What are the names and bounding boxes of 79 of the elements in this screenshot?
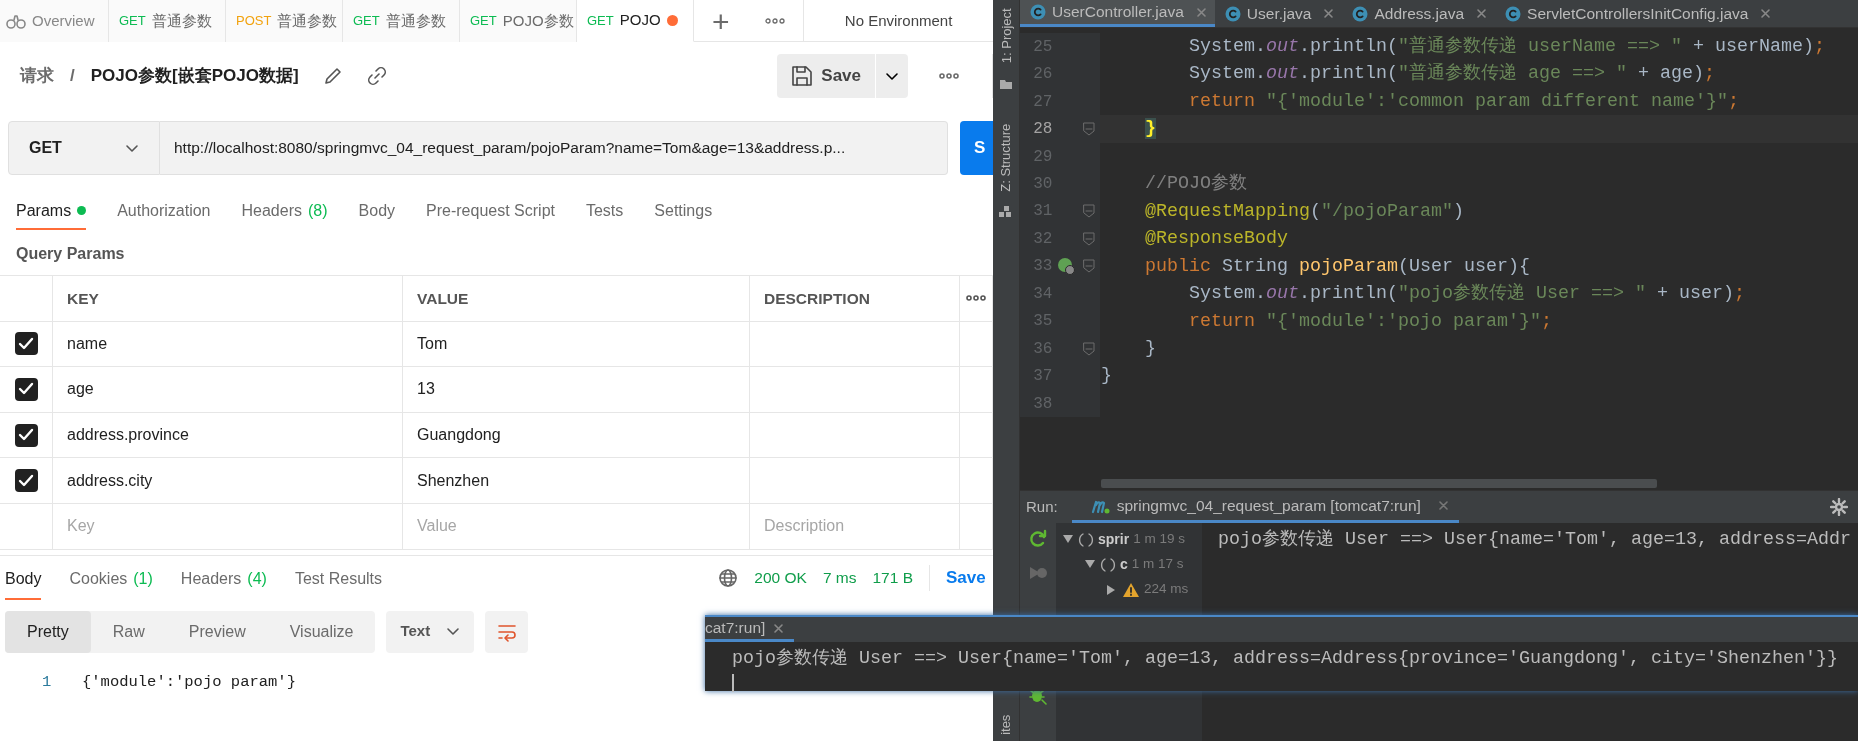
request-section-tab[interactable]: Params <box>16 185 87 230</box>
table-cell: age <box>53 367 403 413</box>
code-line: System.out.println("普通参数传递 userName ==> " + userName); <box>1188 34 1825 59</box>
table-cell: Shenzhen <box>403 458 750 504</box>
column-header: DESCRIPTION <box>750 276 960 322</box>
console-output: pojo参数传递 User ==> User{name='Tom', age=13, address=Addr <box>1217 528 1852 551</box>
save-response-link[interactable]: Save <box>946 564 993 591</box>
response-tab[interactable]: Test Results <box>294 555 383 600</box>
save-button[interactable]: Save <box>777 54 875 98</box>
request-title: POJO参数[嵌套POJO数据] <box>90 65 299 88</box>
line-number: 28 <box>1032 119 1054 141</box>
request-tab[interactable]: GET 普通参数 <box>343 0 460 42</box>
key-field[interactable]: Key <box>53 513 402 540</box>
request-section-tab[interactable]: Authorization <box>117 185 211 230</box>
duration: 1 m 19 s <box>1133 530 1185 549</box>
tree-item-label[interactable]: c <box>1120 554 1128 575</box>
breadcrumb-link[interactable]: 请求 <box>20 63 54 89</box>
response-tab[interactable]: Headers (4) <box>180 555 267 600</box>
view-tab[interactable]: Pretty <box>5 610 91 653</box>
code-line: public String pojoParam(User user){ <box>1144 254 1530 279</box>
duration: 1 m 17 s <box>1131 555 1184 574</box>
request-tab[interactable]: GET POJO参数 <box>460 0 577 42</box>
value-field[interactable]: Value <box>403 513 749 540</box>
file-tab[interactable]: Address.java <box>1342 0 1496 27</box>
request-tab[interactable]: Overview <box>0 0 109 42</box>
request-section-tab[interactable]: Headers (8) <box>241 185 328 230</box>
file-tab[interactable]: UserController.java <box>1020 0 1215 27</box>
view-tab[interactable]: Visualize <box>267 610 376 653</box>
request-tab[interactable]: GET POJO <box>577 0 694 42</box>
column-header: KEY <box>53 276 403 322</box>
format-dropdown[interactable]: Text <box>386 610 475 653</box>
response-body-text: {'module':'pojo param'} <box>82 671 296 693</box>
duration: 224 ms <box>1144 580 1189 599</box>
breadcrumb-separator: / <box>70 65 75 88</box>
tree-item-label[interactable]: sprir <box>1098 529 1130 550</box>
run-tab[interactable]: cat7:run] <box>705 617 795 642</box>
code-line: System.out.println("普通参数传递 age ==> " + age); <box>1188 61 1715 87</box>
section-title: Query Params <box>15 244 126 264</box>
panel-label: Run: <box>1025 496 1059 517</box>
line-number: 1 <box>41 671 53 693</box>
table-cell: 13 <box>403 367 750 413</box>
tool-window-tab[interactable]: Z: Structure <box>996 124 1016 192</box>
request-tab[interactable]: GET 普通参数 <box>109 0 226 42</box>
code-line: } <box>1101 364 1112 389</box>
code-line: return "{'module':'common param different name'}"; <box>1188 89 1739 114</box>
response-tab[interactable]: Body <box>5 555 42 600</box>
console-output: pojo参数传递 User ==> User{name='Tom', age=13, address=Address{province='Guangdong', city='Shenzhen'}} <box>731 647 1839 671</box>
table-cell: address.province <box>53 412 403 459</box>
request-section-tab[interactable]: Settings <box>654 185 713 230</box>
view-tab[interactable]: Preview <box>166 610 268 653</box>
code-line: //POJO参数 <box>1144 172 1247 197</box>
code-line: @ResponseBody <box>1144 227 1288 252</box>
view-tab[interactable]: Raw <box>90 610 167 653</box>
request-section-tab[interactable]: Tests <box>585 185 624 230</box>
file-tab[interactable]: User.java <box>1214 0 1343 27</box>
code-line: System.out.println("pojo参数传递 User ==> " + user); <box>1188 282 1745 307</box>
code-line: } <box>1144 336 1156 361</box>
tool-window-tab[interactable]: ites <box>996 715 1016 735</box>
request-tab[interactable]: POST 普通参数 <box>226 0 343 42</box>
file-tab[interactable]: ServletControllersInitConfig.java <box>1495 0 1780 27</box>
new-tab-button[interactable]: + <box>694 0 748 42</box>
table-cell: Tom <box>403 321 750 368</box>
code-line: return "{'module':'pojo param'}"; <box>1188 309 1552 334</box>
tool-window-tab[interactable]: 1: Project <box>996 8 1016 64</box>
column-header: VALUE <box>403 276 750 322</box>
method-dropdown[interactable]: GET <box>8 121 160 175</box>
response-size: 171 B <box>872 567 913 588</box>
request-section-tab[interactable]: Body <box>358 185 396 230</box>
description-field[interactable]: Description <box>750 513 959 540</box>
table-cell: address.city <box>53 458 403 504</box>
url-field[interactable]: http://localhost:8080/springmvc_04_request_param/pojoParam?name=Tom&age=13&address.p... <box>160 121 948 175</box>
request-section-tab[interactable]: Pre-request Script <box>426 185 555 230</box>
table-cell: name <box>53 321 403 368</box>
send-button[interactable]: S <box>960 121 993 175</box>
table-cell: Guangdong <box>403 412 750 459</box>
code-line: @RequestMapping("/pojoParam") <box>1144 199 1464 224</box>
response-tab[interactable]: Cookies (1) <box>69 555 153 600</box>
status-code: 200 OK <box>754 567 807 588</box>
response-time: 7 ms <box>822 567 857 588</box>
